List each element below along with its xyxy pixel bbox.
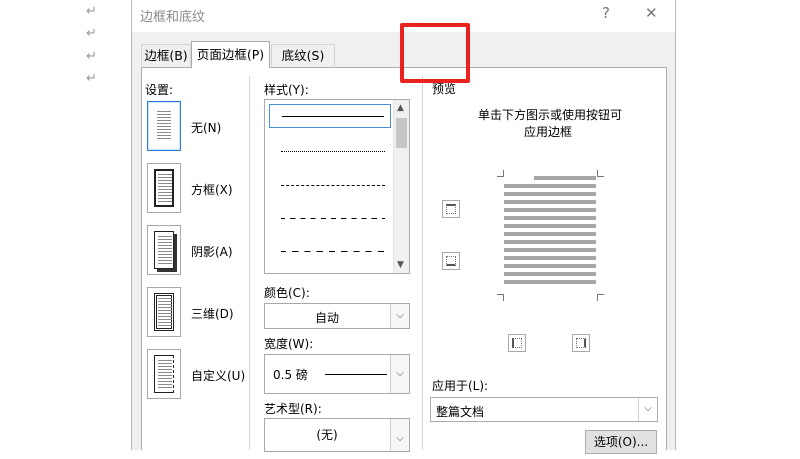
left-border-button[interactable]	[508, 334, 526, 352]
tab-page-border[interactable]: 页面边框(P)	[191, 41, 270, 68]
width-value: 0.5 磅	[273, 368, 308, 382]
bottom-border-button[interactable]	[442, 252, 460, 270]
apply-to-label: 应用于(L):	[432, 379, 489, 393]
paragraph-mark: ↵	[86, 71, 97, 86]
annotation-highlight-box	[400, 23, 470, 83]
right-border-button[interactable]	[572, 334, 590, 352]
setting-box-label[interactable]: 方框(X)	[191, 181, 233, 198]
style-dash-dot-line[interactable]	[269, 240, 391, 264]
setting-3d-label[interactable]: 三维(D)	[191, 305, 234, 322]
preview-page[interactable]	[504, 176, 596, 286]
color-dropdown[interactable]: 自动 ⌵	[264, 303, 410, 329]
chevron-down-icon[interactable]: ⌵	[390, 304, 409, 328]
width-line-preview	[325, 374, 387, 375]
page-thumbnail	[154, 231, 174, 269]
preview-corner-mark	[597, 294, 604, 301]
style-solid-line[interactable]	[269, 104, 391, 128]
art-value: (无)	[316, 428, 338, 442]
preview-corner-mark	[597, 170, 604, 177]
top-border-button[interactable]	[442, 200, 460, 218]
tab-borders[interactable]: 边框(B)	[141, 44, 191, 66]
style-dash-line[interactable]	[269, 207, 391, 231]
page-thumbnail	[154, 355, 174, 393]
page-thumbnail	[154, 293, 174, 331]
style-listbox[interactable]: ▲ ▼	[264, 99, 410, 274]
setting-box-option[interactable]	[147, 163, 181, 213]
color-label: 颜色(C):	[264, 286, 310, 300]
style-dotted-line[interactable]	[269, 140, 391, 164]
scroll-up-icon[interactable]: ▲	[397, 103, 404, 113]
style-scrollbar[interactable]: ▲ ▼	[393, 100, 409, 273]
preview-corner-mark	[497, 294, 504, 301]
scroll-thumb[interactable]	[396, 118, 407, 148]
setting-shadow-option[interactable]	[147, 225, 181, 275]
preview-corner-mark	[497, 170, 504, 177]
chevron-down-icon[interactable]: ⌵	[390, 355, 409, 393]
setting-shadow-label[interactable]: 阴影(A)	[191, 243, 233, 260]
tab-shading[interactable]: 底纹(S)	[271, 44, 335, 66]
color-value: 自动	[314, 311, 339, 325]
preview-hint-line1: 单击下方图示或使用按钮可	[478, 108, 623, 122]
width-label: 宽度(W):	[264, 337, 314, 351]
apply-to-value: 整篇文档	[436, 405, 485, 419]
options-button[interactable]: 选项(O)...	[585, 430, 657, 454]
art-label: 艺术型(R):	[264, 402, 322, 416]
divider	[249, 76, 250, 450]
close-button[interactable]: ✕	[645, 4, 658, 22]
divider	[422, 76, 423, 450]
help-button[interactable]: ?	[602, 4, 610, 22]
apply-to-dropdown[interactable]: 整篇文档 ⌵	[430, 397, 658, 422]
paragraph-mark: ↵	[86, 26, 97, 41]
art-dropdown[interactable]: (无) ⌵	[264, 418, 410, 452]
dialog-title: 边框和底纹	[140, 10, 206, 25]
page-thumbnail	[154, 107, 174, 145]
paragraph-mark: ↵	[86, 4, 97, 19]
page-thumbnail	[154, 169, 174, 207]
chevron-down-icon[interactable]: ⌵	[638, 398, 657, 421]
chevron-down-icon[interactable]: ⌵	[390, 419, 409, 451]
style-small-dash-line[interactable]	[269, 174, 391, 198]
width-dropdown[interactable]: 0.5 磅 ⌵	[264, 354, 410, 394]
scroll-down-icon[interactable]: ▼	[397, 260, 404, 270]
setting-none-option[interactable]	[147, 101, 181, 151]
setting-none-label[interactable]: 无(N)	[191, 119, 221, 136]
setting-custom-option[interactable]	[147, 349, 181, 399]
setting-custom-label[interactable]: 自定义(U)	[191, 367, 245, 384]
settings-heading: 设置:	[145, 83, 174, 97]
setting-3d-option[interactable]	[147, 287, 181, 337]
preview-hint-line2: 应用边框	[524, 125, 573, 139]
style-heading: 样式(Y):	[264, 83, 309, 97]
paragraph-mark: ↵	[86, 49, 97, 64]
